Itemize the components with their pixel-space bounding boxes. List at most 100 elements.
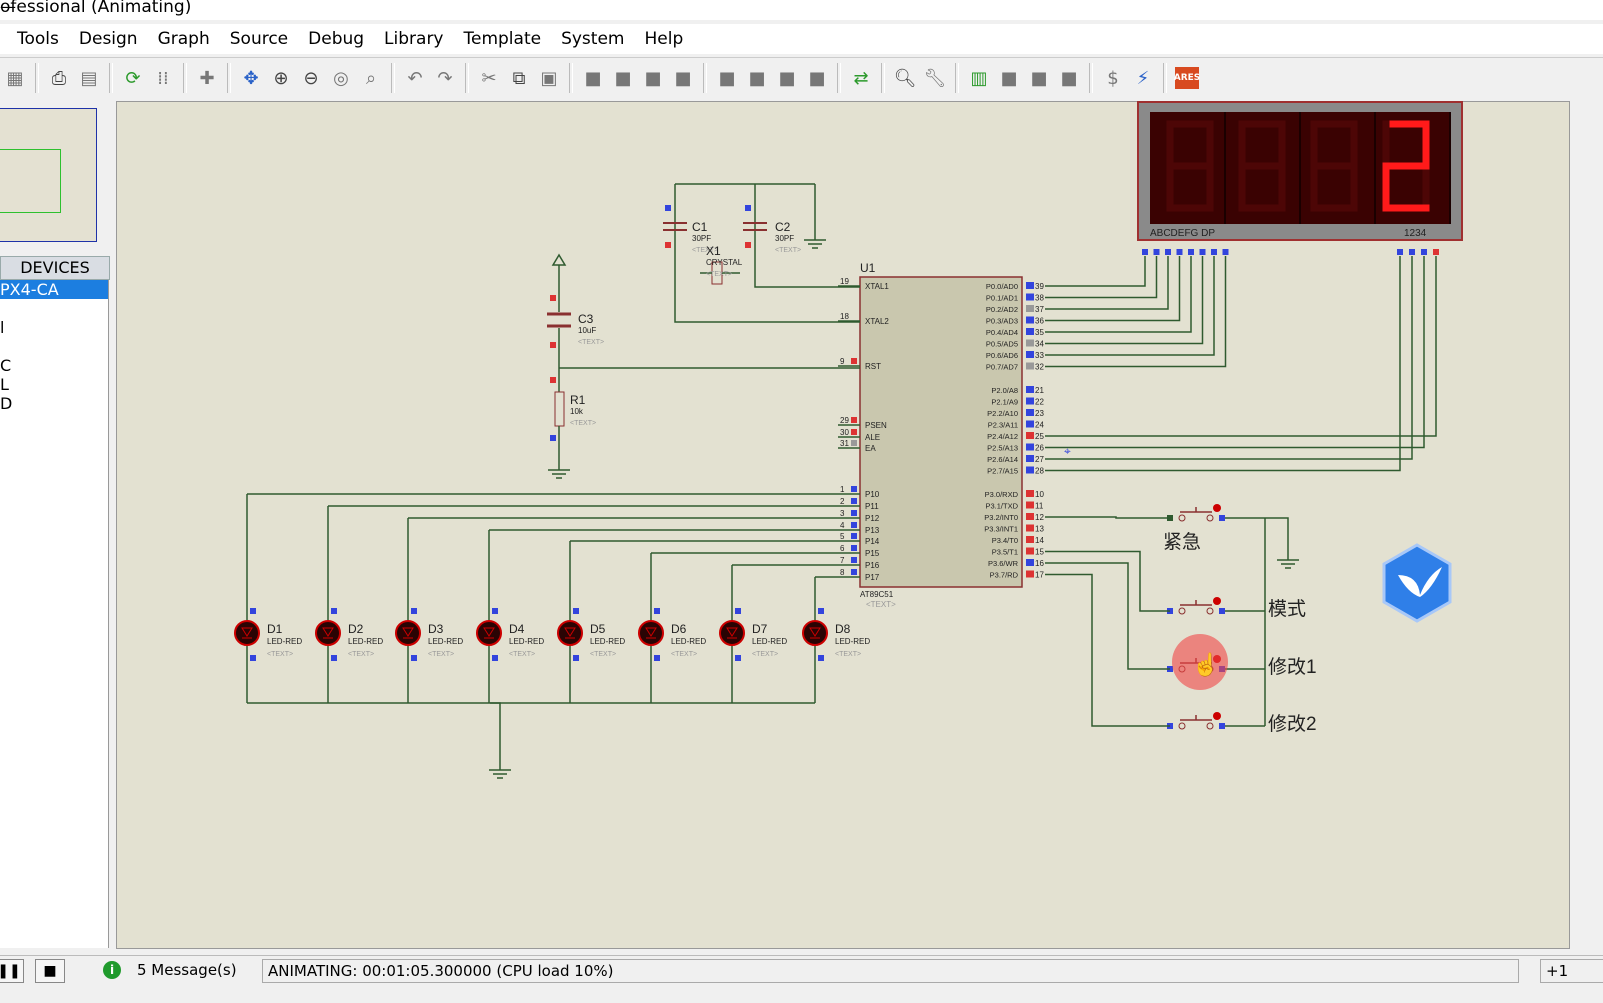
pin-name: P0.5/AD5 [986,340,1018,349]
led-d4[interactable] [476,620,502,646]
pin-state-marker [818,655,824,661]
pin-state-marker [1219,723,1225,729]
pin-state-marker [851,510,857,516]
pin-state-marker [250,608,256,614]
pin-state-marker [1026,397,1034,405]
pin-state-marker [411,608,417,614]
led-ref: D2 [348,622,364,636]
pin-number: 17 [1035,571,1044,580]
component-ref: C1 [692,220,708,234]
coordinate-readout: +1 [1540,959,1603,983]
p0-wire [1045,256,1181,322]
pin-number: 16 [1035,559,1044,568]
push-button-2[interactable] [1178,600,1214,615]
led-d5[interactable] [557,620,583,646]
led-value: LED-RED [267,637,302,646]
component-text: <TEXT> [578,339,604,346]
schematic: ABCDEFG DP 1234U1AT89C51<TEXT>19XTAL118XT… [234,101,1463,779]
pin-state-marker [1433,249,1439,255]
pin-number: 19 [840,277,849,286]
pin-state-marker [1026,559,1034,566]
pin-name: P2.0/A8 [991,386,1018,395]
pin-state-marker [654,655,660,661]
ground-symbol [548,469,570,479]
pin-number: 11 [1035,502,1044,511]
pin-state-marker [1026,316,1034,324]
pin-number: 26 [1035,444,1044,453]
pin-state-marker [851,358,857,364]
pin-number: 32 [1035,363,1044,372]
pin-number: 6 [840,544,845,553]
pin-number: 29 [840,416,849,425]
pin-number: 9 [840,357,845,366]
led-d7[interactable] [719,620,745,646]
pin-state-marker [1026,443,1034,451]
pin-state-marker [1026,282,1034,289]
pin-state-marker [735,655,741,661]
button-state [1213,597,1221,605]
p2-wire [1045,256,1437,437]
pin-number: 7 [840,556,845,565]
pin-state-marker [851,417,857,423]
pin-number: 28 [1035,467,1044,476]
component-ref: X1 [706,244,721,258]
app-logo-icon [1382,543,1452,623]
chip-part: AT89C51 [860,590,894,599]
pin-number: 4 [840,521,845,530]
push-button-1[interactable] [1178,507,1214,522]
led-d6[interactable] [638,620,664,646]
led-value: LED-RED [671,637,706,646]
message-info-icon[interactable]: i [103,961,121,979]
pin-state-marker [550,295,556,301]
pin-number: 2 [840,497,845,506]
led-d3[interactable] [395,620,421,646]
pin-name: P11 [865,502,879,511]
pin-name: P2.7/A15 [987,467,1018,476]
pin-number: 23 [1035,409,1044,418]
led-d2[interactable] [315,620,341,646]
pin-state-marker [492,608,498,614]
pin-name: P3.5/T1 [992,548,1018,557]
wire [490,702,501,760]
pin-state-marker [851,569,857,575]
led-d1[interactable] [234,620,260,646]
p0-wire [1045,256,1169,310]
pin-state-marker [1026,328,1034,335]
pin-state-marker [1026,432,1034,439]
pause-button[interactable]: ❚❚ [0,959,24,983]
pin-number: 39 [1035,282,1044,291]
pin-name: P3.7/RD [990,571,1019,580]
led-text: <TEXT> [590,651,616,658]
message-count[interactable]: 5 Message(s) [137,961,237,979]
p0-wire [1045,256,1215,356]
pin-name: P2.5/A13 [987,444,1018,453]
led-d8[interactable] [802,620,828,646]
p2-wire [1045,256,1425,449]
pin-state-marker [745,242,751,248]
stop-icon: ■ [43,963,57,979]
pin-name: P2.6/A14 [987,455,1018,464]
led-value: LED-RED [348,637,383,646]
pin-state-marker [818,608,824,614]
led-value: LED-RED [835,637,870,646]
stop-button[interactable]: ■ [35,959,65,983]
probe-marker: ⌖ [1064,444,1071,458]
pin-name: P3.6/WR [988,559,1019,568]
push-button-4[interactable] [1178,715,1214,730]
pin-state-marker [1142,249,1148,255]
pin-state-marker [1026,513,1034,520]
pin-name: P2.2/A10 [987,409,1018,418]
pin-number: 15 [1035,548,1044,557]
pin-state-marker [851,440,857,446]
pin-number: 8 [840,568,845,577]
pin-name: P0.7/AD7 [986,363,1018,372]
led-text: <TEXT> [428,651,454,658]
component-text: <TEXT> [775,247,801,254]
pin-state-marker [851,486,857,492]
pin-name: P15 [865,549,880,558]
pin-name: P0.1/AD1 [986,294,1018,303]
pin-state-marker [1153,249,1160,255]
pin-number: 5 [840,532,845,541]
pin-state-marker [654,608,660,614]
component-text: <TEXT> [570,420,596,427]
